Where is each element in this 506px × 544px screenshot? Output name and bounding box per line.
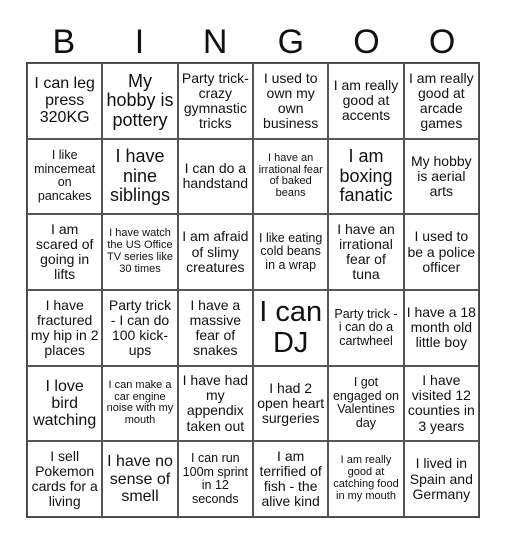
bingo-grid: I can leg press 320KG My hobby is potter… (26, 62, 480, 518)
cell-text: Party trick - i can do a cartwheel (334, 306, 398, 348)
bingo-cell[interactable]: I am afraid of slimy creatures (177, 214, 253, 290)
cell-text: I can leg press 320KG (34, 74, 95, 127)
cell-text: I had 2 open heart surgeries (257, 379, 325, 427)
bingo-cell[interactable]: I have a massive fear of snakes (177, 289, 253, 366)
cell-text: I am scared of going in lifts (35, 220, 94, 283)
bingo-cell[interactable]: I can make a car engine noise with my mo… (102, 365, 178, 442)
cell-text: I am really good at catching food in my … (333, 454, 399, 503)
header-letter-o: O (353, 23, 380, 61)
cell-text: I lived in Spain and Germany (409, 455, 473, 502)
bingo-cell[interactable]: My hobby is pottery (102, 63, 178, 139)
bingo-cell[interactable]: I am really good at arcade games (403, 63, 479, 139)
header-letter-i: I (134, 23, 145, 61)
cell-text: I am boxing fanatic (339, 146, 393, 206)
cell-text: I got engaged on Valentines day (332, 375, 400, 430)
header-letter-g: G (277, 23, 305, 61)
bingo-cell[interactable]: I am boxing fanatic (328, 138, 404, 215)
bingo-cell[interactable]: My hobby is aerial arts (403, 138, 479, 215)
cell-text: I can run 100m sprint in 12 seconds (182, 451, 248, 506)
bingo-cell[interactable]: I am really good at accents (328, 63, 404, 139)
bingo-cell[interactable]: I am scared of going in lifts (27, 214, 103, 290)
bingo-cell[interactable]: I like eating cold beans in a wrap (253, 214, 329, 290)
bingo-cell[interactable]: I sell Pokemon cards for a living (27, 441, 103, 517)
cell-text: I used to own my own business (263, 69, 319, 131)
bingo-cell[interactable]: I had 2 open heart surgeries (253, 365, 329, 442)
bingo-cell[interactable]: I have no sense of smell (102, 441, 178, 517)
bingo-cell[interactable]: I can DJ (253, 289, 329, 366)
cell-text: I am afraid of slimy creatures (182, 228, 249, 275)
bingo-cell[interactable]: I used to be a police officer (403, 214, 479, 290)
cell-text: I have an irrational fear of tuna (337, 220, 395, 283)
bingo-cell[interactable]: I like mincemeat on pancakes (27, 138, 103, 215)
cell-text: I have fractured my hip in 2 places (30, 296, 99, 358)
cell-text: I love bird watching (33, 377, 97, 430)
bingo-cell[interactable]: I got engaged on Valentines day (328, 365, 404, 442)
bingo-cell[interactable]: I can leg press 320KG (27, 63, 103, 139)
cell-text: I used to be a police officer (407, 228, 476, 275)
bingo-header: B I N G O O (26, 22, 480, 62)
bingo-cell[interactable]: I have an irrational fear of tuna (328, 214, 404, 290)
cell-text: I have a 18 month old little boy (406, 304, 476, 351)
bingo-cell[interactable]: I have had my appendix taken out (177, 365, 253, 442)
cell-text: I have an irrational fear of baked beans (258, 151, 323, 200)
bingo-cell[interactable]: I can run 100m sprint in 12 seconds (177, 441, 253, 517)
cell-text: I can do a handstand (182, 160, 249, 192)
cell-text: I am terrified of fish - the alive kind (259, 447, 322, 510)
bingo-cell[interactable]: I lived in Spain and Germany (403, 441, 479, 517)
cell-text: I have watch the US Office TV series lik… (106, 227, 173, 276)
header-letter-b: B (52, 23, 76, 61)
header-letter-o2: O (428, 23, 456, 61)
cell-text: Party trick-crazy gymnastic tricks (181, 69, 249, 131)
cell-text: I have had my appendix taken out (182, 372, 249, 434)
cell-text: I have no sense of smell (107, 453, 173, 505)
cell-text: I sell Pokemon cards for a living (31, 447, 98, 510)
cell-text: Party trick - I can do 100 kick-ups (108, 296, 172, 358)
bingo-cell[interactable]: I am really good at catching food in my … (328, 441, 404, 517)
cell-text: I have a massive fear of snakes (189, 296, 241, 358)
bingo-cell[interactable]: Party trick - i can do a cartwheel (328, 289, 404, 366)
bingo-cell[interactable]: I love bird watching (27, 365, 103, 442)
bingo-cell[interactable]: I can do a handstand (177, 138, 253, 215)
cell-text: I am really good at arcade games (409, 69, 474, 131)
bingo-cell[interactable]: I have a 18 month old little boy (403, 289, 479, 366)
bingo-cell[interactable]: Party trick-crazy gymnastic tricks (177, 63, 253, 139)
bingo-cell[interactable]: I have watch the US Office TV series lik… (102, 214, 178, 290)
cell-text: I can make a car engine noise with my mo… (106, 378, 174, 427)
cell-text: I can DJ (259, 295, 323, 359)
bingo-cell[interactable]: I have visited 12 counties in 3 years (403, 365, 479, 442)
bingo-cell[interactable]: I used to own my own business (253, 63, 329, 139)
bingo-cell[interactable]: I have nine siblings (102, 138, 178, 215)
bingo-cell[interactable]: I have an irrational fear of baked beans (253, 138, 329, 215)
cell-text: I like mincemeat on pancakes (34, 148, 96, 203)
cell-text: My hobby is pottery (106, 70, 174, 130)
cell-text: I have nine siblings (109, 146, 170, 206)
cell-text: I am really good at accents (333, 77, 399, 124)
bingo-cell[interactable]: I am terrified of fish - the alive kind (253, 441, 329, 517)
bingo-cell[interactable]: Party trick - I can do 100 kick-ups (102, 289, 178, 366)
header-letter-n: N (202, 23, 228, 61)
cell-text: My hobby is aerial arts (410, 152, 472, 200)
bingo-cell[interactable]: I have fractured my hip in 2 places (27, 289, 103, 366)
cell-text: I have visited 12 counties in 3 years (407, 372, 475, 434)
cell-text: I like eating cold beans in a wrap (259, 230, 323, 272)
